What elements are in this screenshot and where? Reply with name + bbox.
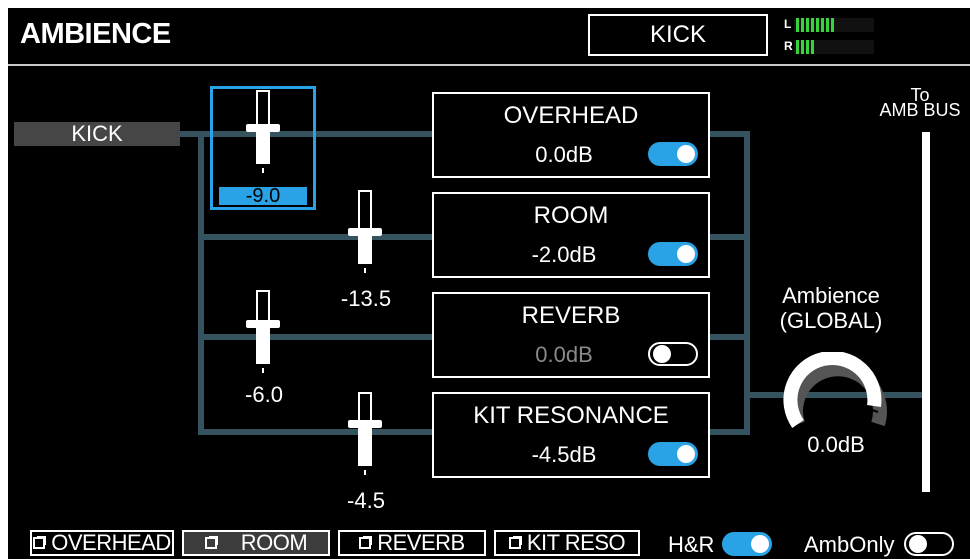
ambience-global-label: Ambience (GLOBAL) (766, 283, 896, 333)
footer-room-button[interactable]: ROOM (182, 530, 330, 556)
bus-reverb[interactable]: REVERB 0.0dB (432, 292, 710, 378)
ambience-screen: AMBIENCE KICK L R KICK -9.0 -13.5 -6.0 -… (0, 0, 970, 559)
ambience-global-value: 0.0dB (807, 432, 865, 457)
footer-overhead-button[interactable]: OVERHEAD (30, 530, 174, 556)
footer-overhead-label: OVERHEAD (51, 530, 171, 555)
bus-overhead-toggle[interactable] (648, 142, 698, 166)
amb-only-toggle[interactable] (904, 532, 954, 556)
bus-kit-resonance[interactable]: KIT RESONANCE -4.5dB (432, 392, 710, 478)
bus-overhead-level: 0.0dB (535, 142, 593, 167)
fader-reverb-send[interactable]: -6.0 (232, 290, 296, 420)
footer-reverb-label: REVERB (377, 530, 465, 555)
bus-overhead[interactable]: OVERHEAD 0.0dB (432, 92, 710, 178)
to-amb-bus-label: To AMB BUS (870, 86, 970, 120)
bus-kit-resonance-level: -4.5dB (531, 442, 597, 467)
page-title: AMBIENCE (20, 18, 171, 50)
amb-bus-line (922, 132, 930, 492)
instrument-selector[interactable]: KICK (588, 14, 768, 56)
footer-room-label: ROOM (240, 530, 308, 555)
bus-room-level: -2.0dB (531, 242, 597, 267)
bus-kit-resonance-name: KIT RESONANCE (473, 402, 669, 429)
to-label-line2: AMB BUS (879, 100, 961, 120)
fader-reverb-value: -6.0 (245, 382, 283, 407)
global-label-line1: Ambience (782, 283, 880, 308)
bus-room-name: ROOM (533, 202, 609, 229)
fader-overhead-send[interactable] (232, 90, 296, 190)
bus-reverb-toggle[interactable] (648, 342, 698, 366)
open-edit-icon (33, 536, 47, 549)
fader-kit-resonance-send[interactable]: -4.5 (334, 392, 398, 522)
global-label-line2: (GLOBAL) (779, 308, 883, 333)
hr-toggle[interactable] (722, 532, 772, 556)
bus-reverb-level: 0.0dB (535, 342, 593, 367)
source-kick: KICK (14, 121, 180, 146)
meter-right-bar (794, 40, 874, 54)
footer-reverb-button[interactable]: REVERB (338, 530, 486, 556)
fader-kit-resonance-value: -4.5 (347, 488, 385, 513)
bus-reverb-name: REVERB (521, 302, 621, 329)
open-edit-icon (204, 536, 218, 549)
fader-room-send[interactable]: -13.5 (334, 190, 398, 320)
footer-kit-reso-label: KIT RESO (526, 530, 626, 555)
bus-room[interactable]: ROOM -2.0dB (432, 192, 710, 278)
fader-room-value: -13.5 (340, 286, 392, 311)
amb-only-label: AmbOnly (804, 532, 895, 557)
open-edit-icon (508, 536, 522, 549)
source-label: KICK (71, 121, 123, 146)
footer-kit-reso-button[interactable]: KIT RESO (494, 530, 640, 556)
meter-right-label: R (784, 39, 793, 53)
hr-label: H&R (668, 532, 715, 557)
bus-overhead-name: OVERHEAD (503, 102, 639, 129)
ambience-panel: AMBIENCE KICK L R KICK -9.0 -13.5 -6.0 -… (8, 8, 970, 559)
header-divider (8, 64, 970, 66)
bus-kit-resonance-toggle[interactable] (648, 442, 698, 466)
meter-left-bar (794, 18, 874, 32)
meter-left-label: L (784, 17, 792, 31)
open-edit-icon (359, 536, 373, 549)
ambience-global-knob[interactable] (778, 352, 898, 442)
bus-room-toggle[interactable] (648, 242, 698, 266)
instrument-name: KICK (649, 21, 706, 48)
